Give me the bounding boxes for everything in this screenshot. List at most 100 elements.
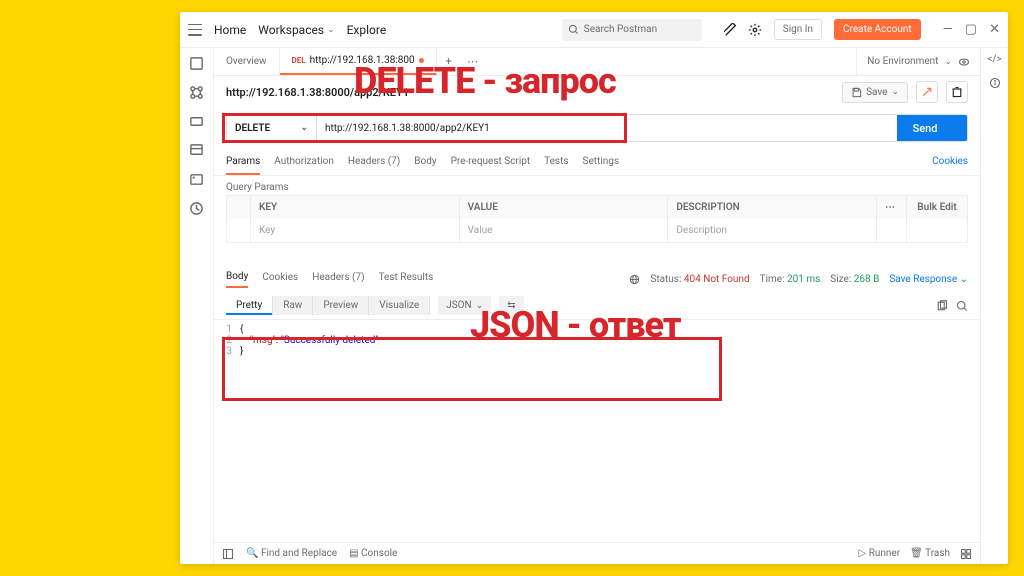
mock-icon[interactable]: [189, 172, 204, 187]
scratchpad-icon[interactable]: [189, 56, 204, 71]
collections-icon[interactable]: [189, 85, 204, 100]
console-label: Console: [361, 548, 397, 559]
view-preview[interactable]: Preview: [313, 296, 369, 315]
tab-settings[interactable]: Settings: [583, 156, 620, 175]
url-input[interactable]: http://192.168.1.38:8000/app2/KEY1: [317, 115, 897, 141]
save-response-button[interactable]: Save Response ⌄: [889, 274, 968, 285]
send-button[interactable]: Send ⌄: [897, 115, 967, 141]
tab-method-badge: DEL: [292, 56, 306, 65]
resp-tab-tests[interactable]: Test Results: [379, 272, 434, 287]
format-selector[interactable]: JSON ⌄: [438, 296, 491, 315]
new-tab-button[interactable]: +: [437, 48, 461, 75]
runner-button[interactable]: ▷ Runner: [859, 548, 901, 560]
info-icon[interactable]: [989, 77, 1001, 89]
tab-overview-label: Overview: [226, 56, 267, 67]
cookies-link[interactable]: Cookies: [932, 156, 968, 175]
col-options-icon[interactable]: ⋯: [877, 196, 907, 219]
tab-authorization[interactable]: Authorization: [274, 156, 334, 175]
view-pretty[interactable]: Pretty: [226, 296, 273, 315]
share-button[interactable]: [916, 81, 938, 103]
method-label: DELETE: [235, 123, 270, 134]
unsaved-dot-icon: [419, 58, 424, 63]
globe-icon: [629, 274, 640, 285]
table-row[interactable]: Key Value Description: [227, 219, 967, 242]
tab-tests[interactable]: Tests: [544, 156, 568, 175]
resp-tab-body[interactable]: Body: [226, 271, 248, 288]
chevron-down-icon: ⌄: [327, 25, 335, 35]
environments-icon[interactable]: [189, 143, 204, 158]
col-value: VALUE: [460, 196, 669, 219]
trash-button[interactable]: 🗑 Trash: [910, 548, 950, 560]
find-replace-label: Find and Replace: [261, 548, 337, 559]
invite-icon[interactable]: [724, 23, 738, 37]
size-value: 268 B: [854, 274, 880, 285]
signin-button[interactable]: Sign In: [774, 19, 822, 40]
nav-explore[interactable]: Explore: [347, 23, 387, 37]
console-button[interactable]: ▤ Console: [349, 548, 397, 559]
settings-icon[interactable]: [748, 23, 762, 37]
chevron-down-icon: ⌄: [476, 301, 484, 311]
sidebar-toggle-icon[interactable]: [222, 548, 234, 560]
params-table: KEY VALUE DESCRIPTION ⋯ Bulk Edit Key Va…: [226, 195, 968, 243]
tab-body[interactable]: Body: [414, 156, 436, 175]
tab-headers[interactable]: Headers (7): [348, 156, 400, 175]
delete-button[interactable]: [946, 81, 968, 103]
status-label: Status:: [650, 274, 681, 285]
time-value: 201 ms: [787, 274, 820, 285]
format-label: JSON: [446, 300, 471, 311]
method-selector[interactable]: DELETE ⌄: [227, 115, 317, 141]
query-params-label: Query Params: [214, 176, 980, 195]
col-description: DESCRIPTION: [668, 196, 877, 219]
request-title: http://192.168.1.38:8000/app2/KEY1: [226, 86, 409, 99]
save-response-label: Save Response: [889, 274, 957, 285]
nav-home[interactable]: Home: [214, 23, 246, 37]
bulk-edit-button[interactable]: Bulk Edit: [907, 196, 967, 219]
size-label: Size:: [830, 274, 851, 285]
minimize-icon[interactable]: —: [943, 22, 953, 37]
runner-label: Runner: [869, 548, 900, 559]
wrap-button[interactable]: ⇆: [499, 296, 523, 315]
resp-tab-headers[interactable]: Headers (7): [312, 272, 364, 287]
description-input[interactable]: Description: [668, 219, 877, 242]
menu-icon[interactable]: [188, 24, 202, 36]
time-label: Time:: [760, 274, 785, 285]
tab-params[interactable]: Params: [226, 156, 260, 175]
nav-workspaces[interactable]: Workspaces⌄: [258, 23, 334, 37]
environment-label: No Environment: [867, 56, 938, 67]
search-placeholder: Search Postman: [584, 24, 657, 35]
tab-request[interactable]: DEL http://192.168.1.38:800: [280, 48, 437, 75]
save-icon: [851, 87, 862, 98]
layout-icon[interactable]: [960, 548, 972, 560]
search-input[interactable]: Search Postman: [562, 19, 702, 41]
code-snippet-icon[interactable]: </>: [987, 54, 1001, 65]
response-body: 1{ 2 "msg": "Successfully deleted" 3}: [214, 320, 980, 361]
save-button[interactable]: Save ⌄: [842, 82, 908, 103]
resp-tab-cookies[interactable]: Cookies: [262, 272, 298, 287]
chevron-down-icon: ⌄: [891, 87, 899, 97]
trash-label: Trash: [925, 548, 950, 559]
apis-icon[interactable]: [189, 114, 204, 129]
copy-icon[interactable]: [936, 300, 948, 312]
chevron-down-icon: ⌄: [943, 123, 951, 133]
key-input[interactable]: Key: [251, 219, 460, 242]
search-response-icon[interactable]: [956, 300, 968, 312]
status-code: 404 Not Found: [684, 274, 750, 285]
view-visualize[interactable]: Visualize: [369, 296, 430, 315]
eye-icon[interactable]: [958, 56, 970, 68]
col-key: KEY: [251, 196, 460, 219]
tab-options-icon[interactable]: ⋯: [461, 48, 485, 75]
save-label: Save: [866, 87, 887, 98]
maximize-icon[interactable]: ▢: [965, 22, 977, 37]
close-icon[interactable]: ✕: [989, 22, 1000, 37]
search-icon: [568, 24, 579, 35]
environment-selector[interactable]: No Environment ⌄: [856, 48, 980, 75]
monitor-icon[interactable]: [189, 201, 204, 216]
view-raw[interactable]: Raw: [273, 296, 313, 315]
tab-overview[interactable]: Overview: [214, 48, 280, 75]
create-account-button[interactable]: Create Account: [834, 19, 921, 40]
value-input[interactable]: Value: [460, 219, 669, 242]
tab-prerequest[interactable]: Pre-request Script: [451, 156, 531, 175]
json-value: "Successfully deleted": [281, 335, 379, 346]
find-replace-button[interactable]: 🔍 Find and Replace: [246, 548, 337, 559]
chevron-down-icon: ⌄: [300, 123, 308, 133]
